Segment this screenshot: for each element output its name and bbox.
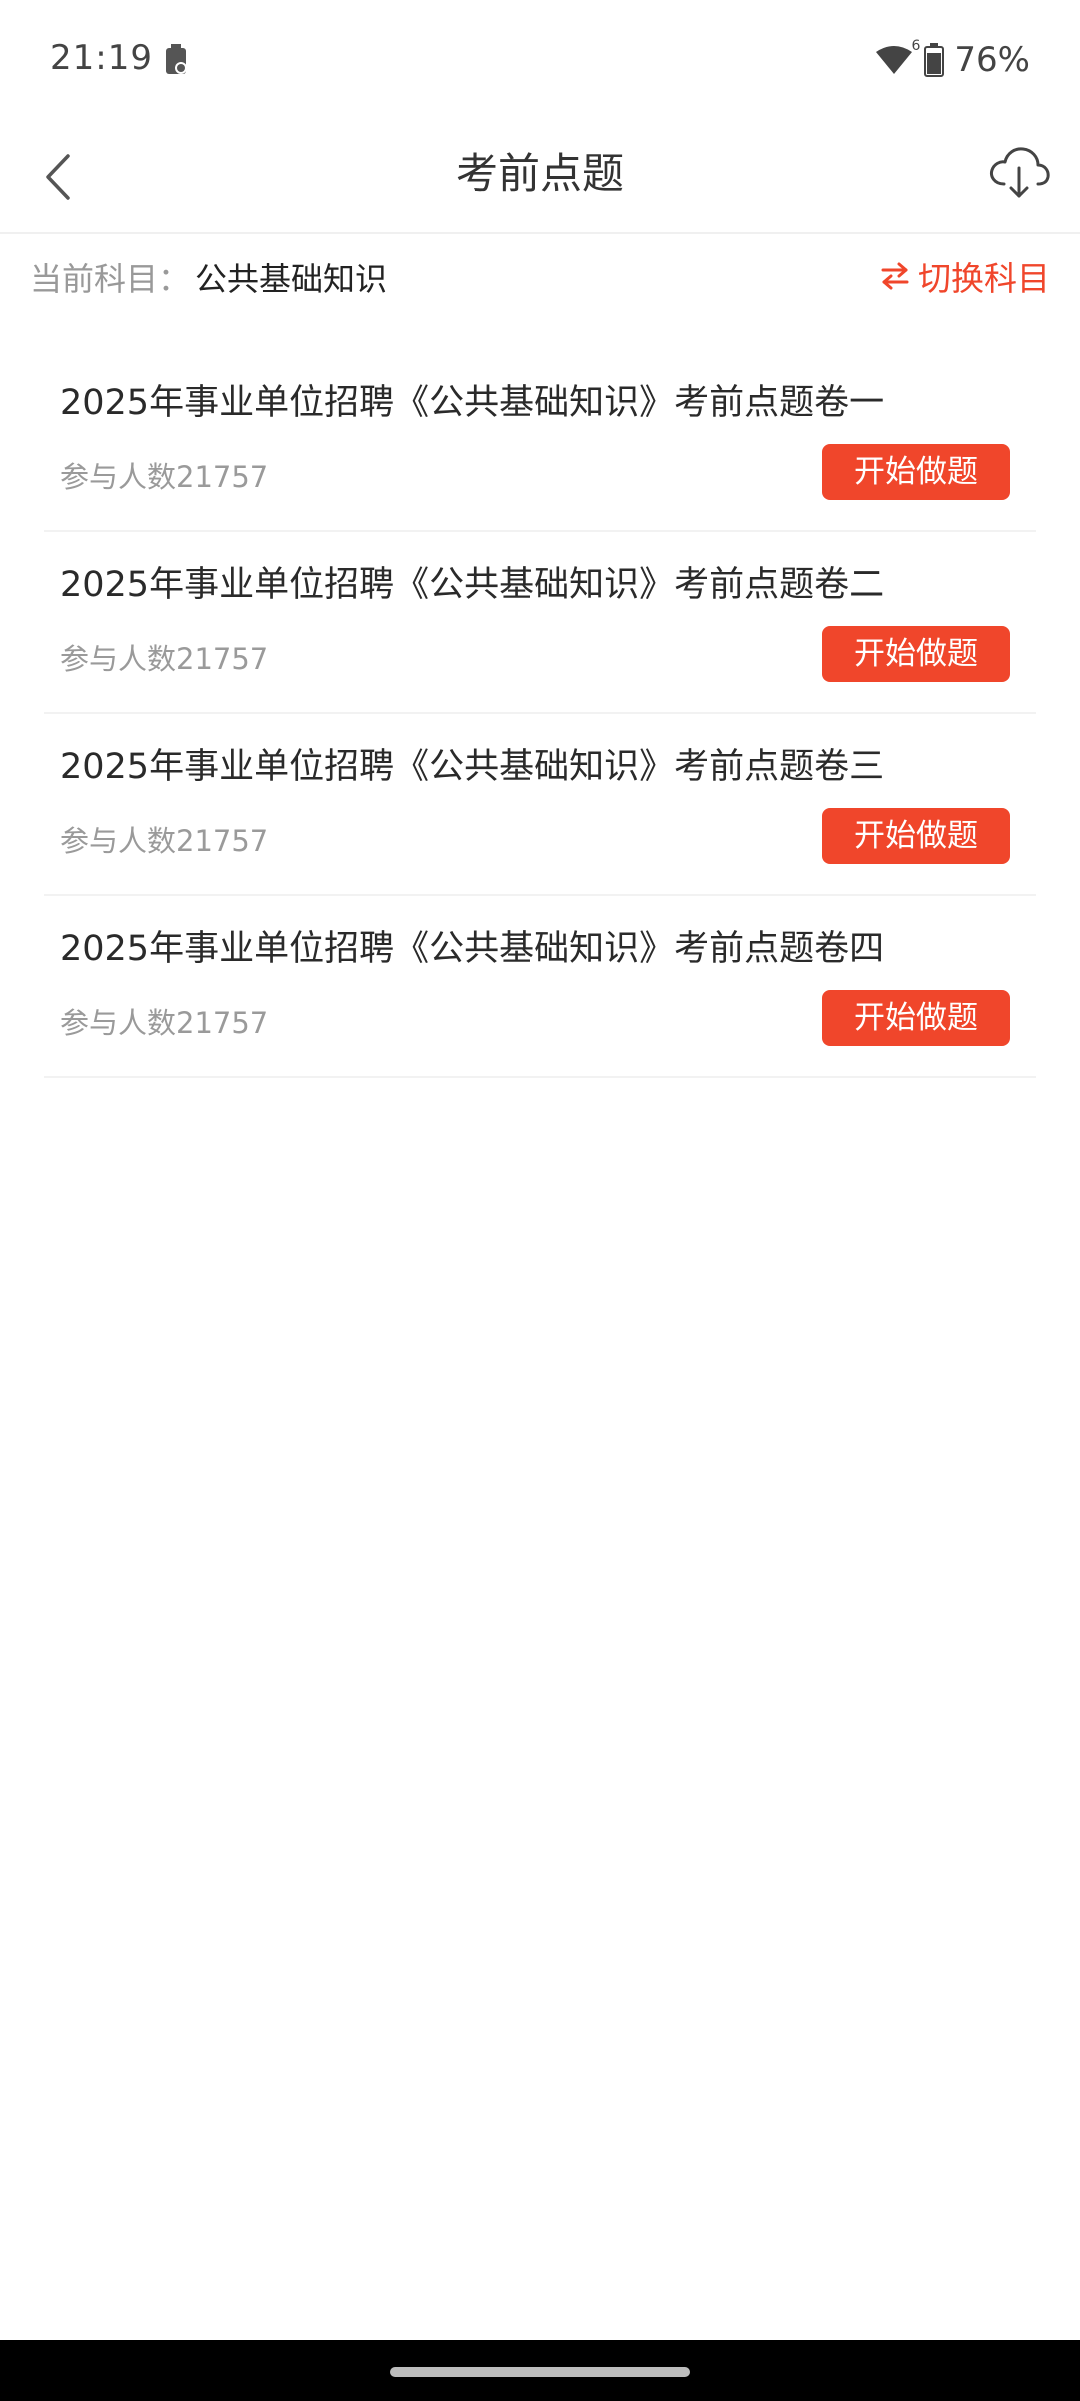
switch-subject-label: 切换科目 [918,259,1050,298]
subject-row: 当前科目： 公共基础知识 切换科目 [0,240,1080,316]
switch-subject-button[interactable]: 切换科目 [880,252,1050,300]
subject-label: 当前科目： [30,260,191,298]
cloud-download-icon [990,147,1050,198]
download-button[interactable] [986,140,1052,206]
battery-icon [924,43,945,77]
exam-participants: 参与人数21757 [60,642,269,676]
page-title: 考前点题 [455,149,624,198]
status-indicators: 6 76% [874,38,1030,82]
status-time: 21:19 [50,38,153,78]
start-exam-button[interactable]: 开始做题 [822,444,1010,500]
exam-item[interactable]: 2025年事业单位招聘《公共基础知识》考前点题卷一 参与人数21757 开始做题 [44,350,1036,532]
status-bar: 21:19 6 76% [0,0,1080,120]
start-exam-button[interactable]: 开始做题 [822,626,1010,682]
exam-item[interactable]: 2025年事业单位招聘《公共基础知识》考前点题卷三 参与人数21757 开始做题 [44,714,1036,896]
exam-participants: 参与人数21757 [60,1006,269,1040]
exam-title: 2025年事业单位招聘《公共基础知识》考前点题卷三 [60,747,885,787]
wifi-label: 6 [911,38,921,54]
exam-participants: 参与人数21757 [60,824,269,858]
exam-item[interactable]: 2025年事业单位招聘《公共基础知识》考前点题卷二 参与人数21757 开始做题 [44,532,1036,714]
nav-bar: 考前点题 [0,120,1080,234]
swap-arrows-icon [881,262,909,290]
exam-title: 2025年事业单位招聘《公共基础知识》考前点题卷二 [60,565,885,605]
wifi-icon: 6 [874,38,920,76]
battery-percent: 76% [954,40,1030,80]
home-indicator[interactable] [390,2367,690,2377]
exam-item[interactable]: 2025年事业单位招聘《公共基础知识》考前点题卷四 参与人数21757 开始做题 [44,896,1036,1078]
system-navigation-bar [0,2340,1080,2401]
exam-title: 2025年事业单位招聘《公共基础知识》考前点题卷四 [60,929,885,969]
start-exam-button[interactable]: 开始做题 [822,808,1010,864]
exam-title: 2025年事业单位招聘《公共基础知识》考前点题卷一 [60,383,885,423]
start-exam-button[interactable]: 开始做题 [822,990,1010,1046]
exam-participants: 参与人数21757 [60,460,269,494]
subject-value: 公共基础知识 [195,260,388,298]
exam-list: 2025年事业单位招聘《公共基础知识》考前点题卷一 参与人数21757 开始做题… [44,350,1036,1078]
battery-saver-icon [164,44,188,76]
